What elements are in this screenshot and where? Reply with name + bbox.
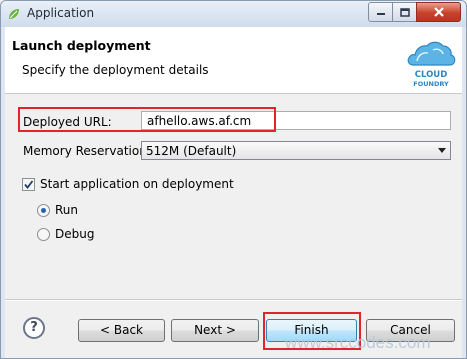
wizard-header: Launch deployment Specify the deployment… <box>5 27 462 94</box>
checkmark-icon <box>24 180 34 189</box>
chevron-down-icon <box>438 148 446 153</box>
radio-selected-dot <box>41 208 46 213</box>
watermark-text: www.srccodes.com <box>285 333 431 352</box>
start-on-deploy-checkbox[interactable] <box>22 178 35 191</box>
maximize-button[interactable] <box>392 2 417 22</box>
page-description: Specify the deployment details <box>22 63 209 77</box>
back-button[interactable]: < Back <box>78 319 165 342</box>
memory-reservation-select[interactable]: 512M (Default) <box>141 141 451 160</box>
debug-radio-label: Debug <box>55 227 95 241</box>
dialog-window: Application Launch deployment Specify th… <box>0 0 467 359</box>
form-content: Deployed URL: afhello.aws.af.cm Memory R… <box>5 94 462 299</box>
maximize-icon <box>399 7 410 17</box>
minimize-button[interactable] <box>368 2 393 22</box>
spring-leaf-icon <box>9 9 19 19</box>
window-title: Application <box>27 6 95 20</box>
run-radio[interactable] <box>37 204 50 217</box>
start-on-deploy-label: Start application on deployment <box>40 177 234 191</box>
logo-text-cloud: CLOUD <box>415 70 448 80</box>
next-button[interactable]: Next > <box>171 319 259 342</box>
logo-text-foundry: FOUNDRY <box>413 80 449 88</box>
debug-radio[interactable] <box>37 228 50 241</box>
close-button[interactable] <box>416 2 461 22</box>
close-icon <box>433 7 444 17</box>
help-button[interactable]: ? <box>23 317 45 339</box>
run-radio-label: Run <box>55 203 79 217</box>
memory-reservation-label: Memory Reservation: <box>23 144 151 158</box>
title-bar[interactable]: Application <box>1 1 466 27</box>
minimize-icon <box>376 13 385 15</box>
url-highlight-box <box>18 107 276 132</box>
memory-reservation-value: 512M (Default) <box>146 144 237 158</box>
cloud-foundry-logo: CLOUD FOUNDRY <box>407 41 456 88</box>
page-title: Launch deployment <box>12 38 151 53</box>
